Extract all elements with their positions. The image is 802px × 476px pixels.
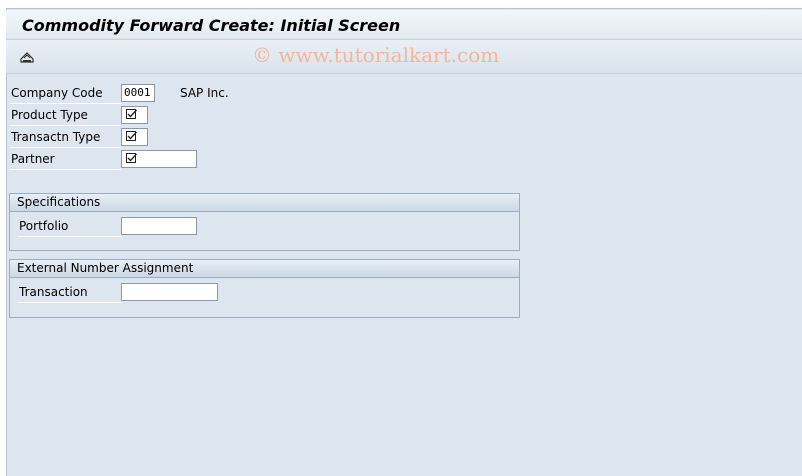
company-code-label: Company Code <box>10 84 121 104</box>
transaction-type-label: Transactn Type <box>10 128 121 148</box>
product-type-row: Product Type <box>10 106 210 126</box>
partner-label: Partner <box>10 150 121 170</box>
company-code-input[interactable]: 0001 <box>121 84 155 102</box>
title-bar: Commodity Forward Create: Initial Screen <box>6 10 802 38</box>
company-code-row: Company Code 0001 SAP Inc. <box>10 84 310 104</box>
partner-input[interactable] <box>121 150 197 168</box>
transaction-input[interactable] <box>121 283 218 301</box>
portfolio-label: Portfolio <box>18 217 121 237</box>
product-type-input[interactable] <box>121 106 148 124</box>
checklist-icon <box>126 131 137 141</box>
transaction-type-input[interactable] <box>121 128 148 146</box>
partner-row: Partner <box>10 150 210 170</box>
transaction-row: Transaction <box>10 283 310 303</box>
company-name-text: SAP Inc. <box>180 86 229 100</box>
watermark-text: © www.tutorialkart.com <box>252 43 500 67</box>
transaction-type-row: Transactn Type <box>10 128 210 148</box>
application-toolbar: © www.tutorialkart.com <box>6 39 802 74</box>
portfolio-row: Portfolio <box>10 217 310 237</box>
external-number-group: External Number Assignment Transaction <box>9 259 520 318</box>
checklist-icon <box>126 153 137 163</box>
external-number-group-title: External Number Assignment <box>10 260 519 278</box>
specifications-group: Specifications Portfolio <box>9 193 520 251</box>
specifications-group-title: Specifications <box>10 194 519 212</box>
transaction-label: Transaction <box>18 283 121 303</box>
enter-icon[interactable] <box>18 49 36 65</box>
checklist-icon <box>126 109 137 119</box>
product-type-label: Product Type <box>10 106 121 126</box>
page-title: Commodity Forward Create: Initial Screen <box>22 16 401 35</box>
portfolio-input[interactable] <box>121 217 197 235</box>
